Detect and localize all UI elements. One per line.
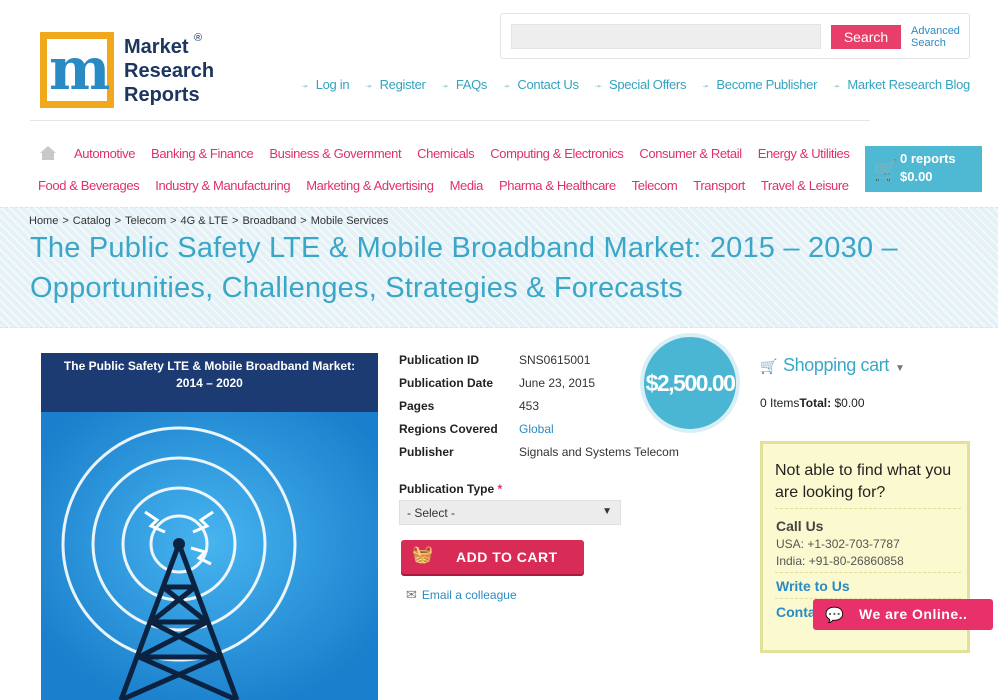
email-colleague-link[interactable]: ✉ Email a colleague [406, 587, 517, 603]
breadcrumb-catalog[interactable]: Catalog [73, 215, 111, 227]
faqs-link[interactable]: ➛ FAQs [442, 77, 488, 92]
shopping-cart-toggle[interactable]: 🛒 Shopping cart ▼ [760, 355, 905, 376]
write-to-us-link[interactable]: Write to Us [776, 578, 850, 594]
arrow-bullet-icon: ➛ [702, 81, 710, 91]
category-chemicals[interactable]: Chemicals [417, 146, 474, 161]
price-badge: $2,500.00 [640, 333, 740, 433]
call-us-heading: Call Us [776, 518, 824, 534]
publication-type-label: Publication Type * [399, 482, 503, 496]
category-business-government[interactable]: Business & Government [269, 146, 401, 161]
register-link[interactable]: ➛ Register [365, 77, 426, 92]
page-title: The Public Safety LTE & Mobile Broadband… [30, 232, 898, 304]
divider [775, 572, 961, 573]
category-banking-finance[interactable]: Banking & Finance [151, 146, 254, 161]
registered-mark: ® [194, 32, 203, 44]
cart-icon: 🛒 [873, 160, 898, 182]
region-global-link[interactable]: Global [519, 422, 554, 436]
search-bar: Search Advanced Search [500, 13, 970, 59]
category-automotive[interactable]: Automotive [74, 146, 135, 161]
cart-total: $0.00 [900, 169, 933, 184]
logo-wordmark: Market Research Reports [124, 36, 215, 106]
breadcrumb: Home > Catalog > Telecom >4G & LTE > Broadband >… [29, 215, 389, 227]
help-title: Not able to find what you are looking fo… [775, 462, 952, 501]
search-input[interactable] [511, 24, 821, 49]
top-links: ➛ Log in ➛ Register ➛ FAQs ➛ Contact Us ➛ Spe… [301, 77, 970, 92]
header-divider [30, 120, 870, 121]
arrow-bullet-icon: ➛ [301, 81, 309, 91]
title-banner: Home > Catalog > Telecom >4G & LTE > Broadband >… [0, 207, 998, 328]
basket-icon: 🧺 [412, 545, 434, 564]
category-pharma-healthcare[interactable]: Pharma & Healthcare [499, 178, 616, 193]
become-publisher-link[interactable]: ➛ Become Publisher [702, 77, 817, 92]
product-cover-image: The Public Safety LTE & Mobile Broadband… [41, 353, 378, 700]
breadcrumb-mobile-services[interactable]: Mobile Services [311, 215, 389, 227]
category-consumer-retail[interactable]: Consumer & Retail [639, 146, 742, 161]
envelope-icon: ✉ [406, 587, 417, 602]
arrow-bullet-icon: ➛ [503, 81, 511, 91]
breadcrumb-home[interactable]: Home [29, 215, 58, 227]
special-offers-link[interactable]: ➛ Special Offers [594, 77, 687, 92]
site-logo[interactable]: m Market Research Reports ® [40, 30, 215, 112]
divider [775, 508, 961, 509]
category-energy-utilities[interactable]: Energy & Utilities [758, 146, 850, 161]
cart-reports-count: 0 reports [900, 151, 956, 166]
cover-title: The Public Safety LTE & Mobile Broadband… [41, 353, 378, 412]
phone-usa: USA: +1-302-703-7787 [776, 537, 900, 551]
category-telecom[interactable]: Telecom [632, 178, 678, 193]
dropdown-arrow-icon: ▼ [602, 506, 612, 517]
search-button[interactable]: Search [831, 25, 901, 49]
cart-icon: 🛒 [760, 358, 778, 374]
radio-tower-icon [41, 412, 378, 700]
category-food-beverages[interactable]: Food & Beverages [38, 178, 140, 193]
arrow-bullet-icon: ➛ [441, 81, 450, 91]
chat-bubble-icon: 💬 [825, 607, 844, 624]
blog-link[interactable]: ➛ Market Research Blog [833, 77, 970, 92]
online-chat-button[interactable]: 💬 We are Online.. [813, 599, 993, 630]
breadcrumb-4g-lte[interactable]: 4G & LTE [181, 215, 228, 227]
category-nav-row-1: Automotive Banking & Finance Business & … [74, 146, 850, 161]
login-link[interactable]: ➛ Log in [301, 77, 349, 92]
category-industry-manufacturing[interactable]: Industry & Manufacturing [155, 178, 290, 193]
chevron-down-icon: ▼ [894, 363, 905, 374]
phone-india: India: +91-80-26860858 [776, 554, 904, 568]
add-to-cart-button[interactable]: 🧺 ADD TO CART [401, 540, 584, 574]
arrow-bullet-icon: ➛ [833, 81, 841, 91]
logo-mark: m [40, 32, 114, 108]
category-nav-row-2: Food & Beverages Industry & Manufacturin… [38, 178, 849, 193]
category-media[interactable]: Media [450, 178, 484, 193]
category-marketing-advertising[interactable]: Marketing & Advertising [306, 178, 434, 193]
advanced-search-link[interactable]: Advanced Search [911, 25, 971, 49]
home-icon[interactable] [40, 146, 56, 160]
breadcrumb-telecom[interactable]: Telecom [125, 215, 166, 227]
contact-us-link[interactable]: ➛ Contact Us [503, 77, 579, 92]
publication-type-select[interactable]: - Select - ▼ [399, 500, 621, 525]
category-transport[interactable]: Transport [693, 178, 745, 193]
arrow-bullet-icon: ➛ [365, 81, 373, 91]
shopping-cart-summary: 0 ItemsTotal: $0.00 [760, 396, 865, 410]
category-computing-electronics[interactable]: Computing & Electronics [490, 146, 624, 161]
category-travel-leisure[interactable]: Travel & Leisure [761, 178, 849, 193]
header-cart-button[interactable]: 🛒 0 reports $0.00 [865, 146, 982, 192]
breadcrumb-broadband[interactable]: Broadband [242, 215, 296, 227]
arrow-bullet-icon: ➛ [594, 81, 603, 91]
